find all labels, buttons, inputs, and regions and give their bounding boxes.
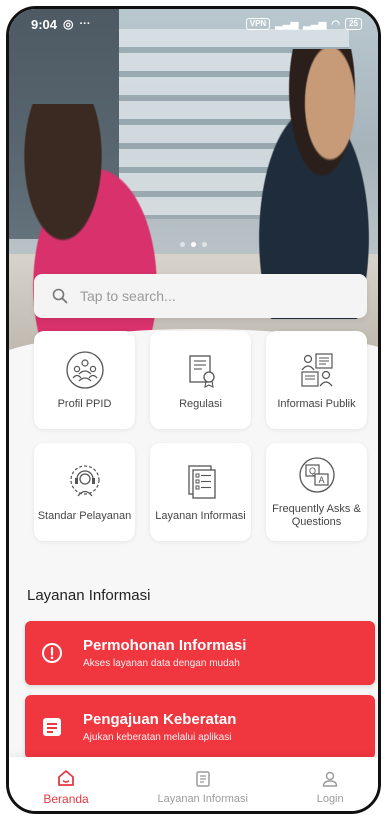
faq-icon: Q A bbox=[298, 457, 335, 493]
search-icon bbox=[52, 288, 68, 304]
nav-label: Layanan Informasi bbox=[157, 792, 248, 805]
menu-label: Frequently Asks & Questions bbox=[272, 503, 361, 528]
carousel-dot-active[interactable] bbox=[191, 242, 196, 247]
more-notifications-icon: ··· bbox=[79, 18, 91, 30]
vpn-icon: VPN bbox=[245, 18, 271, 30]
nav-login[interactable]: Login bbox=[317, 770, 344, 805]
menu-regulasi[interactable]: Regulasi bbox=[150, 331, 251, 429]
document-list-icon bbox=[187, 464, 216, 499]
menu-layanan-informasi[interactable]: Layanan Informasi bbox=[150, 443, 251, 541]
section-title: Layanan Informasi bbox=[27, 587, 151, 604]
menu-informasi-publik[interactable]: Informasi Publik bbox=[266, 331, 367, 429]
public-info-icon bbox=[300, 352, 333, 387]
menu-label: Layanan Informasi bbox=[155, 509, 246, 522]
menu-label: Regulasi bbox=[179, 397, 222, 410]
wifi-icon: ◠ bbox=[331, 18, 341, 30]
card-title: Permohonan Informasi bbox=[83, 637, 247, 654]
customer-service-icon bbox=[69, 464, 100, 496]
menu-profil-ppid[interactable]: Profil PPID bbox=[34, 331, 135, 429]
menu-grid: Profil PPID Regulasi Informasi Publik St… bbox=[34, 331, 367, 541]
search-bar[interactable] bbox=[34, 274, 367, 318]
carousel-indicator[interactable] bbox=[9, 242, 378, 247]
pengajuan-keberatan-card[interactable]: Pengajuan Keberatan Ajukan keberatan mel… bbox=[25, 695, 375, 759]
battery-icon: 25 bbox=[345, 18, 362, 30]
whatsapp-icon: ◎ bbox=[63, 17, 74, 31]
document-certificate-icon bbox=[188, 354, 215, 388]
card-title: Pengajuan Keberatan bbox=[83, 711, 237, 728]
bottom-navigation: Beranda Layanan Informasi Login bbox=[9, 757, 378, 811]
search-input[interactable] bbox=[80, 288, 340, 304]
menu-label: Informasi Publik bbox=[277, 397, 356, 410]
svg-text:A: A bbox=[318, 475, 324, 485]
permohonan-informasi-card[interactable]: Permohonan Informasi Akses layanan data … bbox=[25, 621, 375, 685]
document-icon bbox=[195, 770, 210, 787]
alert-circle-icon bbox=[42, 643, 62, 663]
menu-faq[interactable]: Q A Frequently Asks & Questions bbox=[266, 443, 367, 541]
hero-person-left bbox=[9, 104, 159, 359]
carousel-dot[interactable] bbox=[202, 242, 207, 247]
user-icon bbox=[322, 771, 338, 787]
phone-frame: 9:04 ◎ ··· VPN ▂▃▅ ▂▃▅ ◠ 25 Tap to searc… bbox=[6, 6, 381, 814]
menu-label: Profil PPID bbox=[57, 397, 112, 410]
nav-beranda[interactable]: Beranda bbox=[43, 769, 89, 806]
carousel-dot[interactable] bbox=[180, 242, 185, 247]
nav-label: Beranda bbox=[43, 791, 89, 806]
nav-label: Login bbox=[316, 792, 344, 805]
note-icon bbox=[43, 718, 61, 736]
menu-standar-pelayanan[interactable]: Standar Pelayanan bbox=[34, 443, 135, 541]
people-group-icon bbox=[65, 350, 104, 389]
menu-label: Standar Pelayanan bbox=[37, 509, 132, 522]
home-icon bbox=[58, 769, 74, 786]
card-subtitle: Akses layanan data dengan mudah bbox=[83, 658, 240, 669]
signal-icon: ▂▃▅ bbox=[275, 18, 299, 30]
card-subtitle: Ajukan keberatan melalui aplikasi bbox=[83, 732, 232, 743]
nav-layanan-informasi[interactable]: Layanan Informasi bbox=[157, 770, 248, 805]
signal-icon-2: ▂▃▅ bbox=[303, 18, 327, 30]
status-bar: 9:04 ◎ ··· VPN ▂▃▅ ▂▃▅ ◠ 25 bbox=[9, 9, 378, 39]
status-time: 9:04 bbox=[31, 16, 58, 32]
